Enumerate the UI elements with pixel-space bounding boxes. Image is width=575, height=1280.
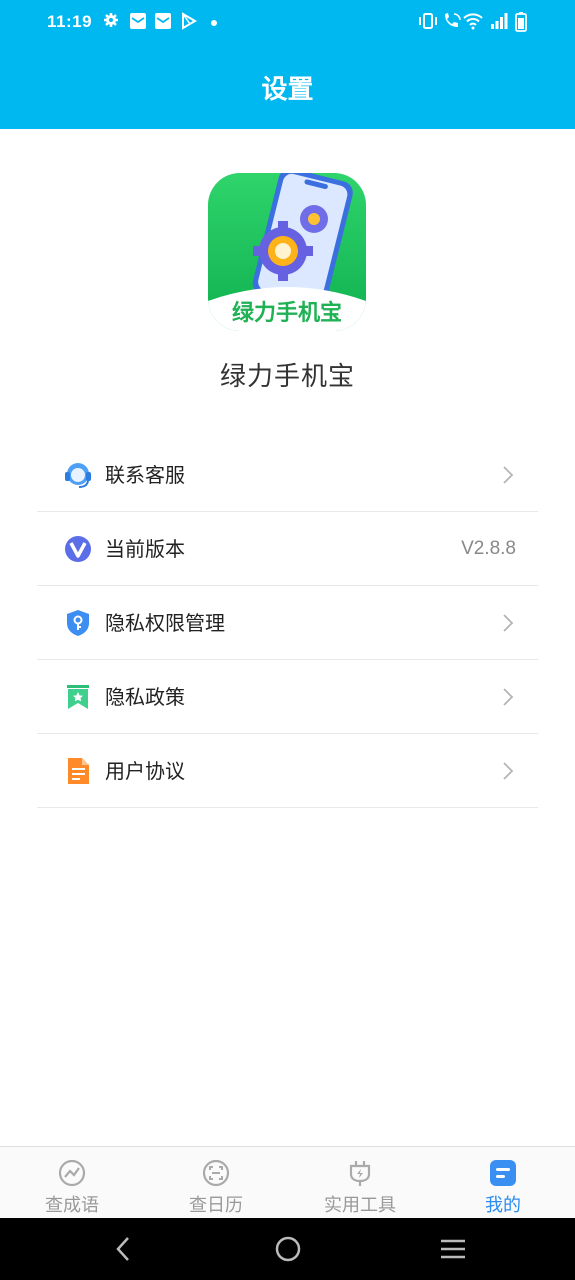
tab-label: 我的 xyxy=(485,1195,521,1216)
settings-menu: 联系客服 当前版本 V2.8.8 隐私权限管理 隐私政策 用户协议 xyxy=(37,438,538,808)
tab-mine[interactable]: 我的 xyxy=(431,1147,575,1219)
status-bar: 11:19 xyxy=(0,0,575,46)
battery-icon xyxy=(515,12,527,32)
document-icon xyxy=(68,758,89,784)
bottom-nav: 查成语 查日历 实用工具 我的 xyxy=(0,1146,575,1219)
plug-icon xyxy=(349,1161,371,1186)
wifi-icon xyxy=(463,13,483,30)
dot-icon xyxy=(211,20,217,26)
system-nav-bar xyxy=(0,1218,575,1280)
version-value: V2.8.8 xyxy=(461,538,516,559)
bookmark-icon xyxy=(67,685,89,709)
back-icon[interactable] xyxy=(82,1218,162,1280)
signal-icon xyxy=(491,13,508,29)
play-store-icon xyxy=(182,12,197,30)
vibrate-icon xyxy=(419,13,437,29)
version-icon xyxy=(65,536,91,562)
profile-card-icon xyxy=(490,1160,516,1186)
chevron-right-icon xyxy=(503,762,514,780)
shield-icon xyxy=(67,610,89,636)
mail-icon xyxy=(130,13,146,29)
app-name: 绿力手机宝 xyxy=(219,362,355,392)
home-icon[interactable] xyxy=(248,1218,328,1280)
gear-icon xyxy=(104,13,118,27)
mail-icon-2 xyxy=(155,13,171,29)
menu-label: 联系客服 xyxy=(105,463,185,487)
chevron-right-icon xyxy=(503,688,514,706)
tab-tools[interactable]: 实用工具 xyxy=(288,1147,432,1219)
menu-item-privacy-permissions[interactable]: 隐私权限管理 xyxy=(37,586,538,660)
menu-item-user-agreement[interactable]: 用户协议 xyxy=(37,734,538,808)
wifi-call-icon xyxy=(445,13,461,27)
tab-label: 查成语 xyxy=(45,1195,99,1216)
menu-icon[interactable] xyxy=(413,1218,493,1280)
menu-item-privacy-policy[interactable]: 隐私政策 xyxy=(37,660,538,734)
tab-label: 查日历 xyxy=(189,1195,243,1216)
chart-circle-icon xyxy=(58,1159,86,1187)
tab-calendar[interactable]: 查日历 xyxy=(144,1147,288,1219)
chevron-right-icon xyxy=(503,614,514,632)
page-title: 设置 xyxy=(261,75,314,105)
menu-label: 用户协议 xyxy=(105,759,185,783)
tab-idioms[interactable]: 查成语 xyxy=(0,1147,144,1219)
chevron-right-icon xyxy=(503,466,514,484)
menu-label: 隐私权限管理 xyxy=(105,611,225,635)
tab-label: 实用工具 xyxy=(324,1195,396,1216)
status-time: 11:19 xyxy=(47,12,93,31)
menu-item-contact-support[interactable]: 联系客服 xyxy=(37,438,538,512)
app-logo-text: 绿力手机宝 xyxy=(232,300,342,326)
menu-label: 当前版本 xyxy=(105,537,185,561)
menu-item-current-version[interactable]: 当前版本 V2.8.8 xyxy=(37,512,538,586)
title-bar: 设置 xyxy=(0,46,575,129)
menu-label: 隐私政策 xyxy=(105,685,185,709)
customer-service-icon xyxy=(65,463,91,488)
scan-face-icon xyxy=(202,1159,230,1187)
app-logo: 绿力手机宝 xyxy=(208,173,366,331)
